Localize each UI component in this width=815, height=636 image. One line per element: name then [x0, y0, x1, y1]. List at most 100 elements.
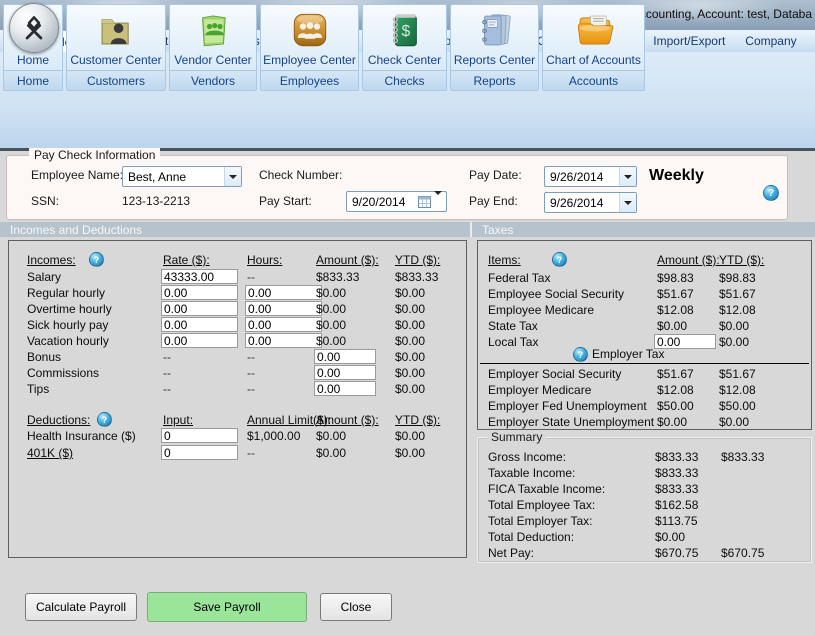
toolbar-employee-center-button[interactable]: Employee Center Employees — [260, 4, 359, 91]
toolbar-reports-center-button[interactable]: Reports Center Reports — [450, 4, 539, 91]
overtime-hourly-hours-input[interactable] — [245, 301, 322, 316]
toolbar-employee-center-subtitle: Employees — [261, 70, 358, 90]
income-label: Salary — [27, 270, 61, 284]
toolbar-vendor-center-button[interactable]: Vendor Center Vendors — [169, 4, 257, 91]
deductions-help-icon[interactable]: ? — [97, 412, 112, 427]
incomes-help-icon[interactable]: ? — [89, 252, 104, 267]
tax-ytd: $12.08 — [719, 383, 756, 397]
check-number-label: Check Number: — [259, 168, 342, 182]
income-label: Tips — [27, 382, 49, 396]
summary-row-total-employer-tax: Total Employer Tax: $113.75 — [478, 514, 811, 530]
summary-label: Total Employer Tax: — [488, 514, 593, 528]
section-header-bar: Incomes and Deductions Taxes — [0, 222, 815, 237]
bonus-amount-input[interactable] — [314, 349, 376, 364]
income-label: Bonus — [27, 350, 61, 364]
pay-end-label: Pay End: — [469, 194, 518, 208]
tax-row-employee-medicare: Employee Medicare $12.08 $12.08 — [478, 303, 811, 319]
health-insurance-input[interactable] — [161, 428, 238, 443]
summary-amount: $833.33 — [655, 466, 698, 480]
tax-label: Employer State Unemployment — [488, 415, 654, 429]
tax-amount: $98.83 — [657, 271, 694, 285]
toolbar-home-subtitle: Home — [4, 70, 62, 90]
save-payroll-button[interactable]: Save Payroll — [147, 592, 307, 622]
incomes-deductions-section-title: Incomes and Deductions — [10, 223, 142, 237]
toolbar-customer-center-button[interactable]: Customer Center Customers — [66, 4, 166, 91]
income-amount: $0.00 — [316, 318, 346, 332]
overtime-hourly-rate-input[interactable] — [161, 301, 238, 316]
toolbar-chart-of-accounts-subtitle: Accounts — [543, 70, 644, 90]
toolbar-check-center-button[interactable]: $ Check Center Checks — [362, 4, 447, 91]
tax-ytd: $12.08 — [719, 303, 756, 317]
income-row-vacation-hourly: Vacation hourly $0.00 $0.00 — [9, 334, 466, 350]
app-logo-button[interactable] — [9, 3, 59, 53]
income-hours: -- — [247, 350, 255, 364]
tax-amount: $51.67 — [657, 287, 694, 301]
employer-tax-help-icon[interactable]: ? — [573, 347, 588, 362]
sick-hourly-hours-input[interactable] — [245, 317, 322, 332]
ytd-header: YTD ($): — [719, 253, 764, 267]
income-row-sick-hourly: Sick hourly pay $0.00 $0.00 — [9, 318, 466, 334]
window-title: ezAccounting, Account: test, Databa — [619, 7, 812, 21]
chevron-down-icon — [619, 167, 636, 186]
tax-amount: $0.00 — [657, 319, 687, 333]
income-rate: -- — [163, 350, 171, 364]
regular-hourly-hours-input[interactable] — [245, 285, 322, 300]
deduction-amount: $0.00 — [316, 446, 346, 460]
sick-hourly-rate-input[interactable] — [161, 317, 238, 332]
tax-label: Employee Medicare — [488, 303, 594, 317]
chevron-down-icon — [619, 193, 636, 212]
calculate-payroll-button[interactable]: Calculate Payroll — [25, 593, 137, 621]
summary-row-total-deduction: Total Deduction: $0.00 — [478, 530, 811, 546]
menu-help[interactable]: Help — [807, 30, 815, 52]
deduction-label: Health Insurance ($) — [27, 429, 136, 443]
employer-tax-divider: ? Employer Tax — [480, 347, 809, 364]
tax-amount: $50.00 — [657, 399, 694, 413]
pay-end-select[interactable]: 9/26/2014 — [544, 192, 637, 213]
tax-label: State Tax — [488, 319, 538, 333]
employee-name-value: Best, Anne — [123, 170, 224, 184]
tax-label: Employer Fed Unemployment — [488, 399, 647, 413]
income-label: Commissions — [27, 366, 99, 380]
close-button[interactable]: Close — [320, 593, 392, 621]
income-ytd: $833.33 — [395, 270, 438, 284]
regular-hourly-rate-input[interactable] — [161, 285, 238, 300]
paycheck-info-title: Pay Check Information — [29, 148, 160, 162]
help-icon[interactable]: ? — [763, 185, 779, 201]
salary-rate-input[interactable] — [161, 269, 238, 284]
commissions-amount-input[interactable] — [314, 365, 376, 380]
tax-ytd: $50.00 — [719, 399, 756, 413]
toolbar-home-title: Home — [17, 53, 49, 68]
income-rate: -- — [163, 366, 171, 380]
checkbook-icon: $ — [384, 7, 426, 53]
toolbar-chart-of-accounts-button[interactable]: Chart of Accounts Accounts — [542, 4, 645, 91]
customer-folder-icon — [95, 7, 137, 53]
deductions-header-row: Deductions: ? Input: Annual Limit($): Am… — [9, 413, 466, 429]
pay-start-datepicker[interactable]: 9/20/2014 — [346, 191, 447, 212]
pay-date-label: Pay Date: — [469, 168, 522, 182]
summary-label: Total Employee Tax: — [488, 498, 595, 512]
menu-import-export[interactable]: Import/Export — [643, 30, 735, 52]
summary-label: Taxable Income: — [488, 466, 575, 480]
deduction-401k-input[interactable] — [161, 445, 238, 460]
tax-row-employer-social-security: Employer Social Security $51.67 $51.67 — [478, 367, 811, 383]
summary-label: Gross Income: — [488, 450, 566, 464]
taxes-help-icon[interactable]: ? — [552, 252, 567, 267]
income-rate: -- — [163, 382, 171, 396]
svg-text:$: $ — [401, 23, 410, 40]
employee-name-select[interactable]: Best, Anne — [122, 166, 242, 187]
toolbar-check-center-title: Check Center — [368, 53, 441, 68]
tips-amount-input[interactable] — [314, 381, 376, 396]
deductions-header: Deductions: — [27, 413, 90, 427]
incomes-header-row: Incomes: ? Rate ($): Hours: Amount ($): … — [9, 253, 466, 269]
income-row-salary: Salary -- $833.33 $833.33 — [9, 270, 466, 286]
app-logo-icon — [19, 13, 49, 43]
vacation-hourly-rate-input[interactable] — [161, 333, 238, 348]
vacation-hourly-hours-input[interactable] — [245, 333, 322, 348]
app-window: ezAccounting, Account: test, Databa Home… — [0, 0, 815, 636]
report-binders-icon — [474, 7, 516, 53]
pay-date-select[interactable]: 9/26/2014 — [544, 166, 637, 187]
deduction-401k-link[interactable]: 401K ($) — [27, 446, 73, 460]
income-ytd: $0.00 — [395, 382, 425, 396]
tax-label: Employer Social Security — [488, 367, 621, 381]
menu-company[interactable]: Company — [735, 30, 806, 52]
